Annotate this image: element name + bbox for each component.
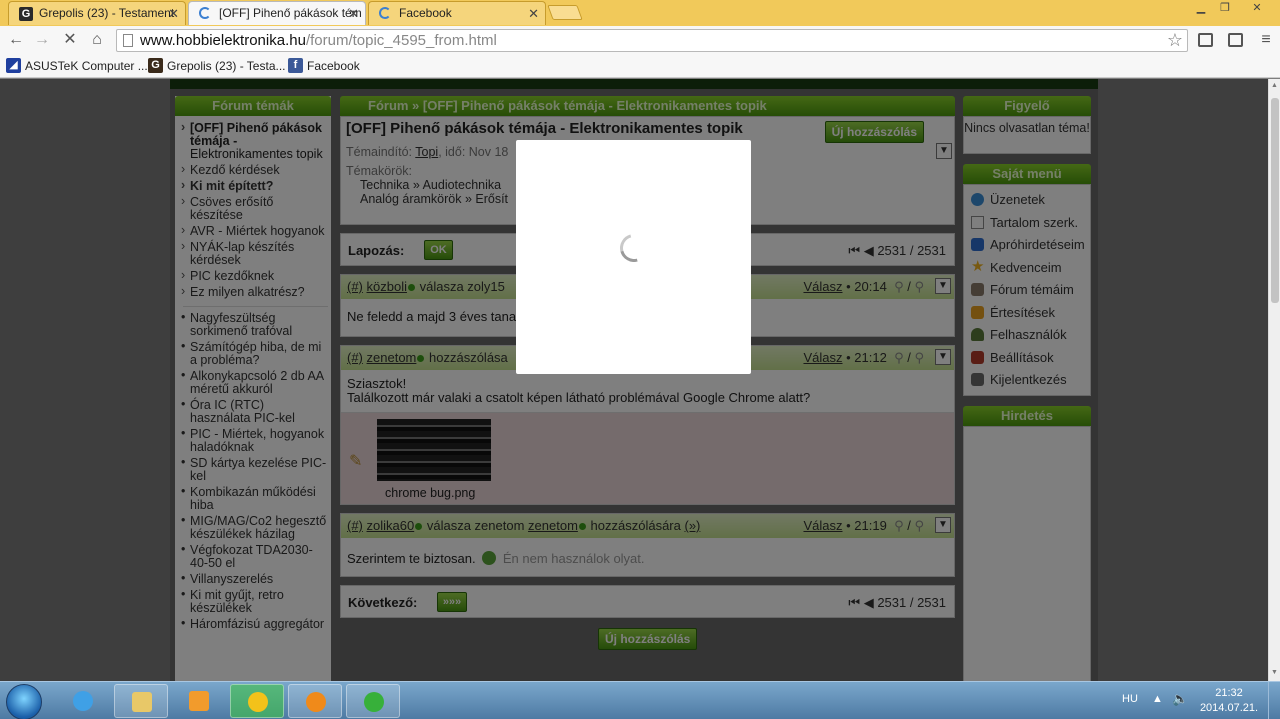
grepolis-favicon-icon: G <box>19 7 33 21</box>
loading-spinner-icon <box>379 7 391 19</box>
bookmark-grepolis[interactable]: G Grepolis (23) - Testa... <box>148 58 286 73</box>
minimize-window-icon[interactable]: ▁ <box>1190 2 1212 16</box>
tab-forum[interactable]: [OFF] Pihenő pákások tém ✕ <box>188 1 366 25</box>
new-tab-button[interactable] <box>547 5 583 20</box>
system-clock[interactable]: 21:32 2014.07.21. <box>1198 686 1260 716</box>
stop-loading-icon[interactable]: ✕ <box>60 30 80 50</box>
taskbar-app-orange[interactable] <box>288 684 342 718</box>
facebook-icon: f <box>288 58 303 73</box>
taskbar-media-player[interactable] <box>172 684 226 718</box>
page-icon <box>123 34 133 47</box>
warning-triangle-icon <box>248 692 268 712</box>
address-bar[interactable]: www.hobbielektronika.hu/forum/topic_4595… <box>116 29 1188 52</box>
bookmark-star-icon[interactable]: ☆ <box>1167 30 1183 51</box>
close-tab-icon[interactable]: ✕ <box>528 6 539 22</box>
orange-wheel-icon <box>306 692 326 712</box>
clock-time: 21:32 <box>1215 687 1243 699</box>
web-page: Fórum témák [OFF] Pihenő pákások témája … <box>0 79 1268 681</box>
chrome-menu-icon[interactable]: ≡ <box>1256 30 1276 50</box>
taskbar-explorer[interactable] <box>114 684 168 718</box>
extension-download-icon[interactable] <box>1198 33 1213 47</box>
start-button[interactable] <box>6 684 42 719</box>
url-path: /forum/topic_4595_from.html <box>305 32 497 49</box>
forward-arrow-icon[interactable]: → <box>32 30 52 50</box>
browser-toolbar: ← → ✕ ⌂ www.hobbielektronika.hu/forum/to… <box>0 26 1280 54</box>
close-window-icon[interactable]: ✕ <box>1242 2 1272 16</box>
show-desktop-button[interactable] <box>1268 682 1280 719</box>
extension-app-icon[interactable] <box>1228 33 1243 47</box>
internet-explorer-icon <box>73 691 93 711</box>
scroll-down-icon[interactable]: ▼ <box>1271 669 1278 676</box>
scrollbar-thumb[interactable] <box>1271 98 1279 303</box>
taskbar-app-green[interactable] <box>346 684 400 718</box>
tab-title: [OFF] Pihenő pákások tém <box>219 6 362 20</box>
close-tab-icon[interactable]: ✕ <box>348 6 359 22</box>
tray-expand-icon[interactable]: ▲ <box>1152 693 1163 705</box>
taskbar-chrome-like[interactable] <box>230 684 284 718</box>
bookmark-label: ASUSTeK Computer ... <box>25 59 148 73</box>
home-icon[interactable]: ⌂ <box>87 30 107 50</box>
bookmarks-bar: ◢ ASUSTeK Computer ... G Grepolis (23) -… <box>0 54 1280 78</box>
back-arrow-icon[interactable]: ← <box>6 30 26 50</box>
vertical-scrollbar[interactable]: ▲ ▼ <box>1268 79 1280 681</box>
loading-dialog <box>516 140 751 374</box>
bookmark-label: Grepolis (23) - Testa... <box>167 59 286 73</box>
tab-strip: G Grepolis (23) - Testament ✕ [OFF] Pihe… <box>0 0 1280 26</box>
bookmark-label: Facebook <box>307 59 360 73</box>
tab-title: Grepolis (23) - Testament <box>39 6 175 20</box>
language-indicator[interactable]: HU <box>1122 693 1138 705</box>
scroll-up-icon[interactable]: ▲ <box>1271 82 1278 89</box>
asus-icon: ◢ <box>6 58 21 73</box>
tab-title: Facebook <box>399 6 452 20</box>
folder-icon <box>132 692 152 712</box>
tab-facebook[interactable]: Facebook ✕ <box>368 1 546 25</box>
clock-date: 2014.07.21. <box>1199 702 1259 714</box>
green-circle-icon <box>364 692 384 712</box>
close-tab-icon[interactable]: ✕ <box>168 6 179 22</box>
media-player-icon <box>189 691 209 711</box>
tab-grepolis[interactable]: G Grepolis (23) - Testament ✕ <box>8 1 186 25</box>
bookmark-facebook[interactable]: f Facebook <box>288 58 360 73</box>
grepolis-favicon-icon: G <box>148 58 163 73</box>
taskbar-ie[interactable] <box>56 684 110 718</box>
loading-spinner-icon <box>199 7 211 19</box>
maximize-window-icon[interactable]: ❐ <box>1214 2 1236 16</box>
loading-spinner-icon <box>614 228 654 268</box>
url-host: www.hobbielektronika.hu <box>140 32 306 49</box>
bookmark-asus[interactable]: ◢ ASUSTeK Computer ... <box>6 58 148 73</box>
volume-icon[interactable]: 🔈 <box>1172 691 1188 707</box>
windows-taskbar: HU ▲ 🔈 21:32 2014.07.21. <box>0 681 1280 719</box>
